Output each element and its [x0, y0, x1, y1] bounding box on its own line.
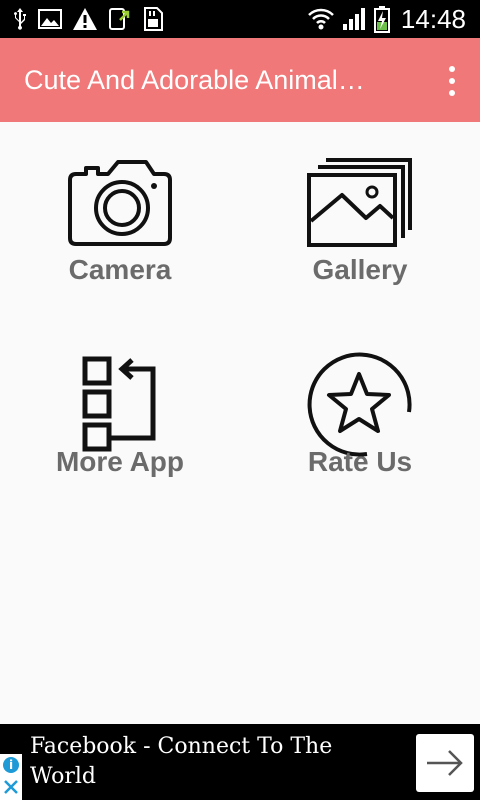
download-app-icon	[108, 6, 132, 32]
overflow-menu-button[interactable]	[444, 66, 460, 96]
overflow-dot	[449, 90, 455, 96]
gallery-label: Gallery	[312, 254, 408, 285]
gallery-button[interactable]: Gallery	[260, 158, 460, 318]
more-app-label: More App	[55, 446, 185, 477]
overflow-dot	[449, 78, 455, 84]
system-icons: 14:48	[307, 4, 466, 34]
overflow-dot	[449, 66, 455, 72]
info-icon[interactable]: i	[3, 757, 19, 773]
arrow-right-icon	[427, 750, 463, 776]
notification-icons	[12, 6, 164, 32]
signal-icon	[341, 6, 367, 32]
camera-label: Camera	[68, 254, 172, 285]
screen: 14:48 Cute And Adorable Animal… Camera G…	[0, 0, 480, 800]
close-icon[interactable]	[3, 779, 19, 795]
camera-button[interactable]: Camera	[20, 158, 220, 318]
gallery-icon	[307, 158, 412, 247]
ad-banner[interactable]: Facebook - Connect To The World i	[0, 724, 480, 800]
battery-charging-icon	[373, 5, 391, 33]
star-icon	[307, 352, 412, 457]
usb-icon	[12, 7, 28, 31]
camera-icon	[68, 160, 172, 246]
more-app-button[interactable]: More App	[20, 350, 220, 510]
rate-us-label: Rate Us	[307, 446, 413, 477]
ad-open-button[interactable]	[416, 734, 474, 792]
status-clock: 14:48	[400, 4, 466, 34]
ad-choices[interactable]: i	[0, 754, 22, 800]
image-icon	[38, 8, 62, 30]
warning-icon	[72, 7, 98, 31]
app-bar: Cute And Adorable Animal…	[0, 38, 480, 122]
ad-text[interactable]: Facebook - Connect To The World	[30, 732, 400, 792]
status-bar: 14:48	[0, 0, 480, 38]
sd-card-icon	[142, 6, 164, 32]
wifi-icon	[307, 6, 335, 32]
app-title: Cute And Adorable Animal…	[24, 65, 365, 95]
rate-us-button[interactable]: Rate Us	[260, 350, 460, 510]
